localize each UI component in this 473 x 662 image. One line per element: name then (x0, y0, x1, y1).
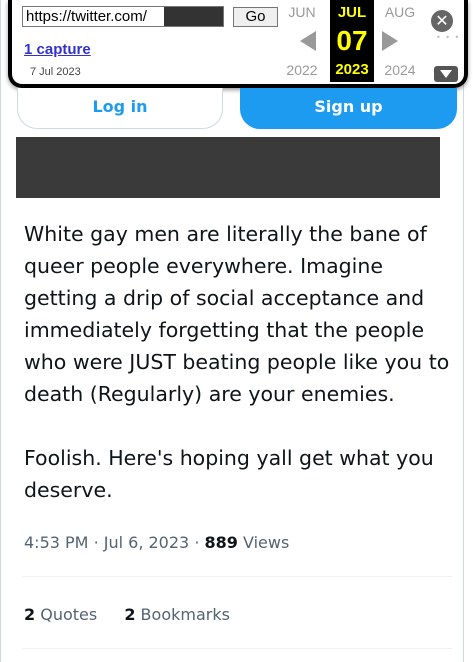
views-count: 889 (204, 533, 238, 552)
wayback-captures-link[interactable]: 1 capture (24, 41, 91, 58)
wayback-prev-month[interactable]: JUN (282, 4, 322, 20)
prev-arrow-icon[interactable] (300, 31, 316, 51)
tweet-stats: 2 Quotes 2 Bookmarks (24, 603, 454, 627)
wayback-go-button[interactable]: Go (233, 7, 278, 27)
bookmarks-count: 2 (124, 605, 136, 624)
wayback-current-year: 2023 (335, 61, 369, 78)
wayback-current-day: 07 (336, 25, 368, 56)
signup-button[interactable]: Sign up (240, 88, 457, 129)
login-button[interactable]: Log in (17, 88, 223, 129)
wayback-toolbar: https://twitter.com/ Go 1 capture 7 Jul … (8, 0, 468, 88)
bookmarks-link[interactable]: 2 Bookmarks (124, 605, 230, 624)
tweet-text: White gay men are literally the bane of … (24, 218, 454, 506)
wayback-current-month: JUL (337, 4, 367, 21)
divider (22, 576, 452, 577)
divider (22, 648, 452, 649)
profile-redaction (16, 137, 440, 198)
quotes-link[interactable]: 2 Quotes (24, 605, 102, 624)
wayback-capture-date: 7 Jul 2023 (30, 66, 81, 78)
wayback-next-month[interactable]: AUG (380, 4, 420, 20)
next-arrow-icon[interactable] (382, 31, 398, 51)
more-dots-icon: • • • (436, 33, 461, 42)
wayback-next-year[interactable]: 2024 (380, 62, 420, 78)
meta-separator: · (194, 533, 200, 552)
quotes-label: Quotes (40, 605, 98, 624)
close-icon[interactable]: ✕ (431, 10, 453, 32)
views-label: Views (243, 533, 290, 552)
tweet-time[interactable]: 4:53 PM (24, 533, 88, 552)
wayback-prev-year[interactable]: 2022 (282, 62, 322, 78)
meta-separator: · (93, 533, 99, 552)
tweet-paragraph: White gay men are literally the bane of … (24, 222, 450, 406)
page-border (0, 0, 1, 662)
wayback-url-text: https://twitter.com/ (26, 8, 147, 25)
url-redaction (164, 7, 223, 26)
page-border (463, 0, 464, 662)
tweet-date[interactable]: Jul 6, 2023 (104, 533, 189, 552)
tweet-paragraph: Foolish. Here's hoping yall get what you… (24, 446, 434, 502)
bookmarks-label: Bookmarks (140, 605, 230, 624)
wayback-url-input[interactable]: https://twitter.com/ (22, 6, 224, 27)
tweet-meta: 4:53 PM · Jul 6, 2023 · 889 Views (24, 531, 454, 555)
expand-icon[interactable] (434, 66, 458, 82)
quotes-count: 2 (24, 605, 36, 624)
